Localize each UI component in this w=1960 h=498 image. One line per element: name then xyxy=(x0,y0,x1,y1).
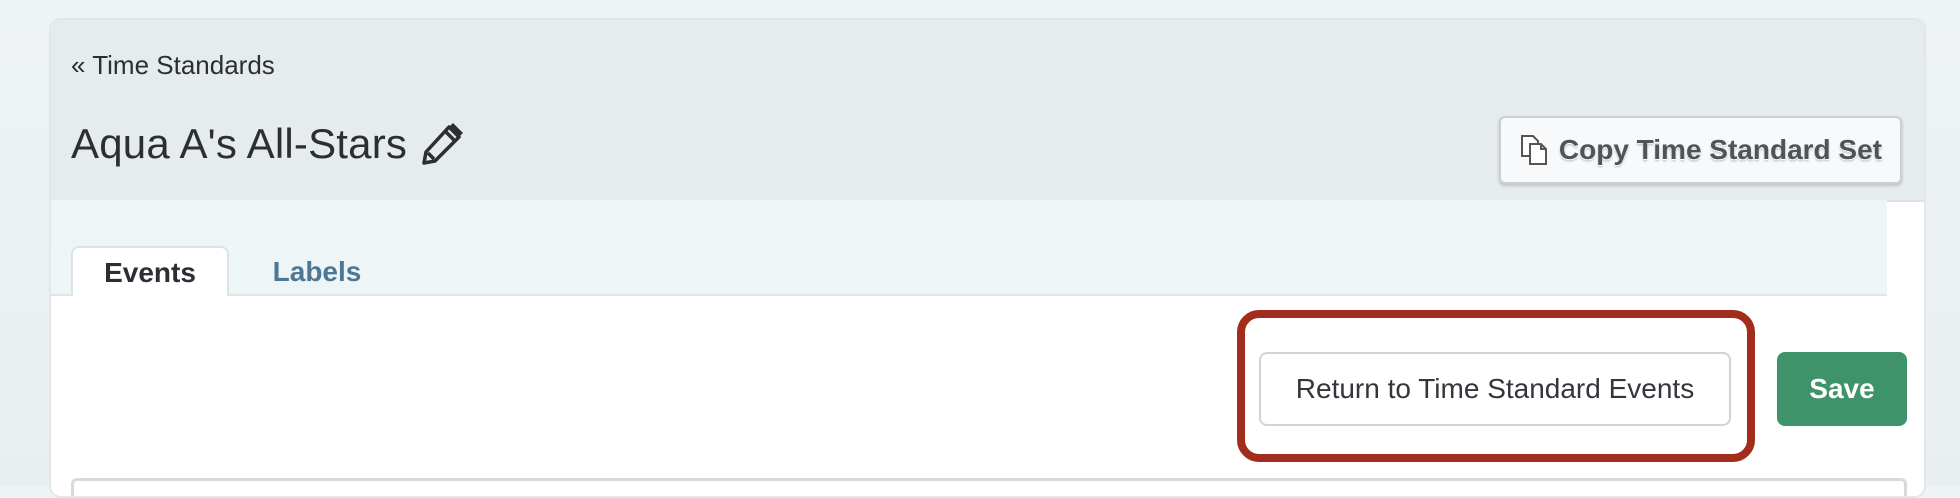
panel-header: « Time Standards Aqua A's All-Stars Copy… xyxy=(51,20,1924,202)
events-table-frame xyxy=(71,478,1907,496)
back-to-time-standards-link[interactable]: « Time Standards xyxy=(71,50,275,81)
tab-labels[interactable]: Labels xyxy=(257,248,377,296)
copy-time-standard-set-button[interactable]: Copy Time Standard Set xyxy=(1498,116,1902,184)
tab-content: Return to Time Standard Events Save xyxy=(51,296,1924,496)
pencil-icon[interactable] xyxy=(419,121,465,167)
copy-button-label: Copy Time Standard Set xyxy=(1558,134,1882,165)
title-row: Aqua A's All-Stars xyxy=(71,120,465,168)
page-title: Aqua A's All-Stars xyxy=(71,120,408,167)
return-to-time-standard-events-button[interactable]: Return to Time Standard Events xyxy=(1259,352,1731,426)
tab-events[interactable]: Events xyxy=(71,246,229,298)
save-button[interactable]: Save xyxy=(1777,352,1907,426)
copy-icon xyxy=(1519,134,1549,166)
tab-bar: Events Labels xyxy=(51,200,1887,298)
time-standard-panel: « Time Standards Aqua A's All-Stars Copy… xyxy=(49,18,1926,498)
